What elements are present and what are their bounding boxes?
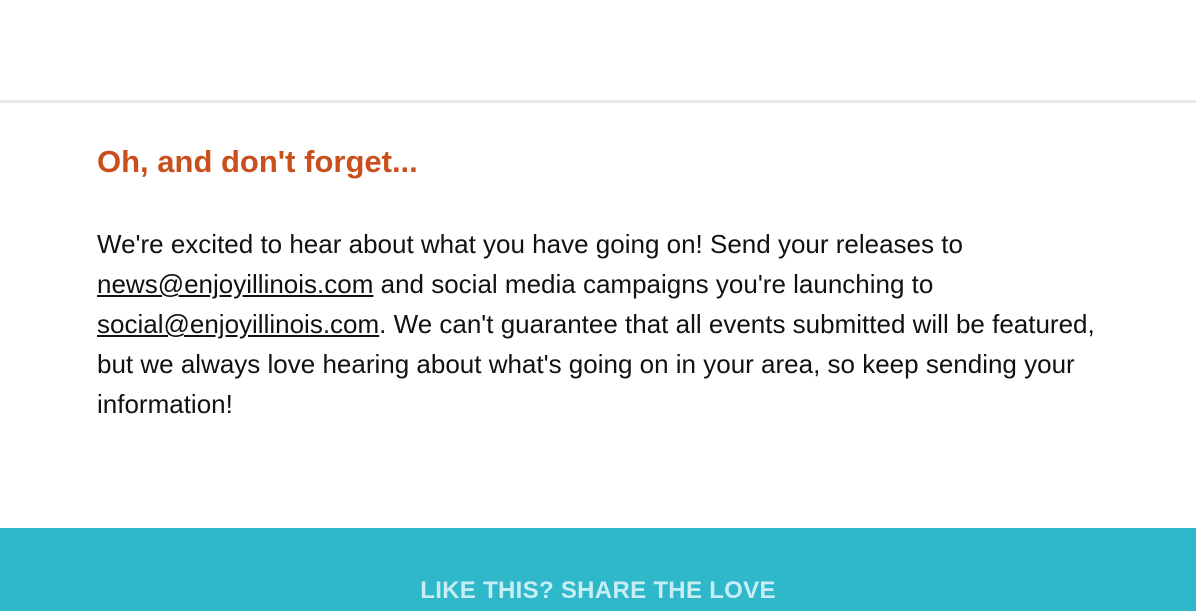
section-divider <box>0 100 1196 103</box>
paragraph-text-1: We're excited to hear about what you hav… <box>97 229 963 259</box>
share-banner: LIKE THIS? SHARE THE LOVE <box>0 528 1196 611</box>
social-email-link[interactable]: social@enjoyillinois.com <box>97 309 379 339</box>
reminder-section: Oh, and don't forget... We're excited to… <box>97 140 1107 424</box>
section-heading: Oh, and don't forget... <box>97 144 418 179</box>
share-heading: LIKE THIS? SHARE THE LOVE <box>420 577 776 604</box>
top-blank-area <box>0 0 1196 100</box>
email-page: Oh, and don't forget... We're excited to… <box>0 0 1196 611</box>
news-email-link[interactable]: news@enjoyillinois.com <box>97 269 373 299</box>
paragraph-text-2: and social media campaigns you're launch… <box>373 269 934 299</box>
section-paragraph: We're excited to hear about what you hav… <box>97 224 1107 424</box>
